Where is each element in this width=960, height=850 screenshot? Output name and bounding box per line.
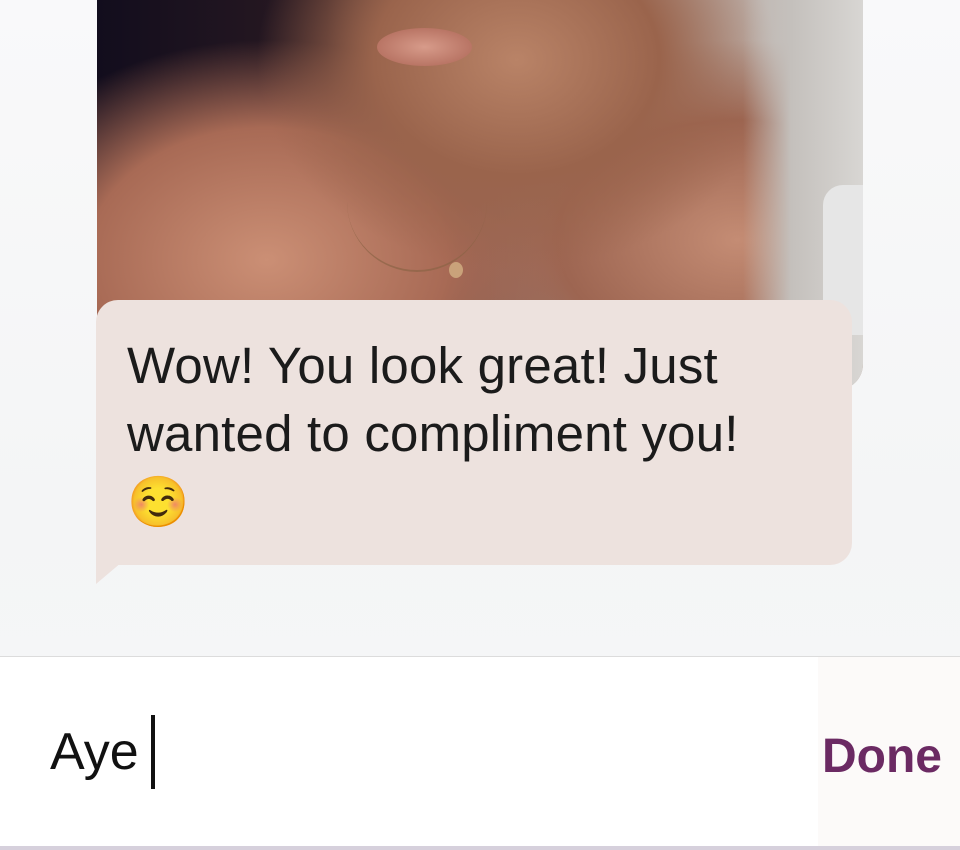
text-caret <box>150 715 155 789</box>
smiling-face-emoji-icon: ☺️ <box>127 474 190 530</box>
message-body-text: Wow! You look great! Just wanted to comp… <box>127 337 739 462</box>
message-input[interactable]: Aye <box>50 715 155 789</box>
done-button[interactable]: Done <box>822 729 942 784</box>
photo-pendant <box>449 262 463 278</box>
chat-screen: Wow! You look great! Just wanted to comp… <box>0 0 960 850</box>
message-input-value: Aye <box>50 723 139 781</box>
message-text: Wow! You look great! Just wanted to comp… <box>127 332 837 536</box>
photo-necklace <box>347 180 487 272</box>
message-bubble-tail <box>96 562 122 584</box>
bottom-divider <box>0 846 960 850</box>
message-bubble[interactable]: Wow! You look great! Just wanted to comp… <box>96 300 852 584</box>
message-composer: Aye Done <box>0 656 960 850</box>
photo-subject-face <box>377 28 472 66</box>
